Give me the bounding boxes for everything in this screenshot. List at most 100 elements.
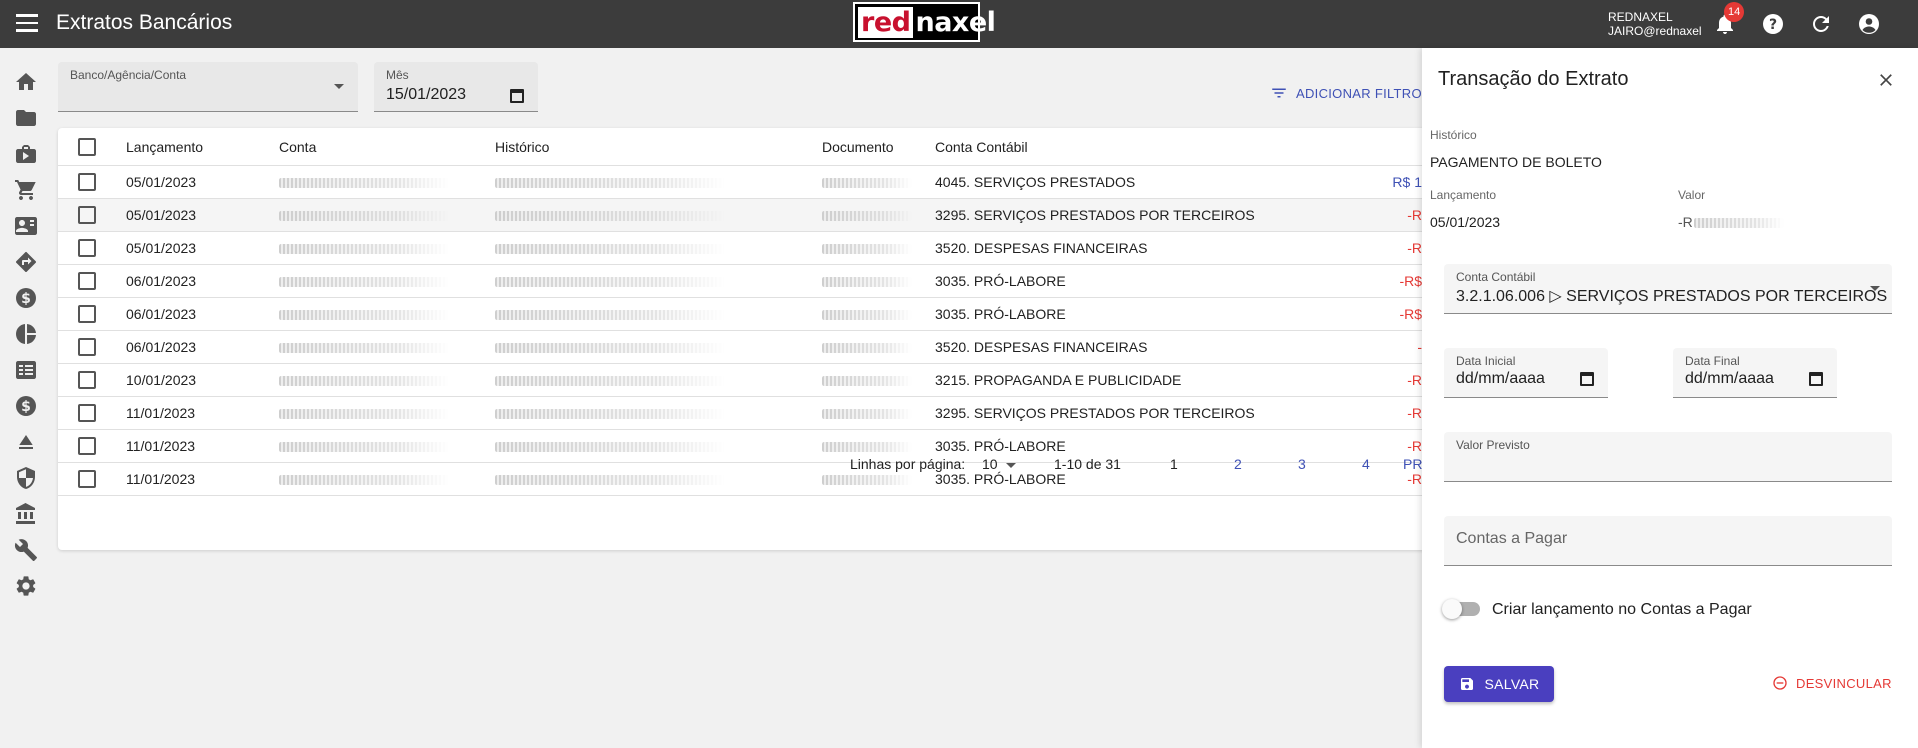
refresh-icon[interactable] bbox=[1809, 12, 1833, 36]
row-checkbox[interactable] bbox=[78, 239, 96, 257]
directions-icon[interactable] bbox=[14, 250, 38, 274]
close-icon[interactable] bbox=[1876, 70, 1896, 90]
row-checkbox[interactable] bbox=[78, 272, 96, 290]
column-header-historico[interactable]: Histórico bbox=[495, 139, 549, 155]
top-app-bar: Extratos Bancários red naxel REDNAXEL JAI… bbox=[0, 0, 1918, 48]
folder-icon[interactable] bbox=[14, 106, 38, 130]
calendar-icon[interactable] bbox=[1580, 372, 1594, 386]
cell-historico-redacted bbox=[495, 178, 725, 188]
contas-a-pagar-field[interactable]: Contas a Pagar bbox=[1444, 516, 1892, 566]
user-company: REDNAXEL bbox=[1608, 10, 1673, 24]
data-final-field[interactable]: Data Final dd/mm/aaaa bbox=[1673, 348, 1837, 398]
next-page-button[interactable]: PR bbox=[1403, 456, 1422, 472]
svg-text:?: ? bbox=[1769, 17, 1777, 33]
bank-account-select[interactable]: Banco/Agência/Conta bbox=[58, 62, 358, 112]
dollar-circle-icon[interactable]: $ bbox=[14, 394, 38, 418]
table-row[interactable]: 06/01/2023 3520. DESPESAS FINANCEIRAS - bbox=[58, 331, 1478, 364]
calendar-icon[interactable] bbox=[1809, 372, 1823, 386]
column-header-conta-contabil[interactable]: Conta Contábil bbox=[935, 139, 1028, 155]
gear-icon[interactable] bbox=[14, 574, 38, 598]
month-label: Mês bbox=[386, 68, 409, 82]
contact-card-icon[interactable] bbox=[14, 214, 38, 238]
briefcase-icon[interactable] bbox=[14, 142, 38, 166]
cell-documento-redacted bbox=[822, 409, 912, 419]
row-checkbox[interactable] bbox=[78, 206, 96, 224]
table-header: Lançamento Conta Histórico Documento Con… bbox=[58, 128, 1478, 166]
row-checkbox[interactable] bbox=[78, 338, 96, 356]
transactions-table: Lançamento Conta Histórico Documento Con… bbox=[58, 128, 1478, 550]
cell-documento-redacted bbox=[822, 211, 912, 221]
table-row[interactable]: 06/01/2023 3035. PRÓ-LABORE -R$ bbox=[58, 265, 1478, 298]
user-email: JAIRO@rednaxel bbox=[1608, 24, 1702, 38]
account-circle-icon[interactable] bbox=[1857, 12, 1881, 36]
conta-contabil-select[interactable]: Conta Contábil 3.2.1.06.006 ▷ SERVIÇOS P… bbox=[1444, 264, 1892, 314]
cell-conta-redacted bbox=[279, 409, 449, 419]
cell-valor: -R$ bbox=[1399, 306, 1422, 322]
criar-lancamento-toggle[interactable] bbox=[1442, 599, 1480, 619]
table-row[interactable]: 05/01/2023 4045. SERVIÇOS PRESTADOS R$ 1 bbox=[58, 166, 1478, 199]
month-date-field[interactable]: Mês 15/01/2023 bbox=[374, 62, 538, 112]
list-alt-icon[interactable] bbox=[14, 358, 38, 382]
column-header-documento[interactable]: Documento bbox=[822, 139, 894, 155]
cell-historico-redacted bbox=[495, 376, 725, 386]
row-checkbox[interactable] bbox=[78, 404, 96, 422]
company-logo: red naxel bbox=[853, 2, 996, 42]
svg-text:$: $ bbox=[21, 291, 31, 307]
cell-documento-redacted bbox=[822, 343, 912, 353]
page-3-button[interactable]: 3 bbox=[1298, 456, 1306, 472]
valor-label: Valor bbox=[1678, 188, 1706, 202]
bank-icon[interactable] bbox=[14, 502, 38, 526]
row-checkbox[interactable] bbox=[78, 173, 96, 191]
save-label: SALVAR bbox=[1484, 676, 1540, 692]
column-header-lancamento[interactable]: Lançamento bbox=[126, 139, 203, 155]
table-row[interactable]: 10/01/2023 3215. PROPAGANDA E PUBLICIDADE… bbox=[58, 364, 1478, 397]
cell-conta-redacted bbox=[279, 376, 449, 386]
cell-historico-redacted bbox=[495, 409, 725, 419]
cell-lancamento: 05/01/2023 bbox=[126, 174, 197, 190]
page-1-button[interactable]: 1 bbox=[1170, 456, 1178, 472]
cell-historico-redacted bbox=[495, 277, 725, 287]
rows-per-page-select[interactable]: 10 bbox=[982, 456, 998, 472]
help-icon[interactable]: ? bbox=[1761, 12, 1785, 36]
row-checkbox[interactable] bbox=[78, 305, 96, 323]
cell-lancamento: 06/01/2023 bbox=[126, 339, 197, 355]
transaction-detail-panel: Transação do Extrato Histórico PAGAMENTO… bbox=[1422, 48, 1918, 748]
cell-conta-contabil: 3035. PRÓ-LABORE bbox=[935, 306, 1066, 322]
add-filter-button[interactable]: ADICIONAR FILTRO bbox=[1270, 84, 1422, 102]
column-header-conta[interactable]: Conta bbox=[279, 139, 316, 155]
table-row[interactable]: 11/01/2023 3295. SERVIÇOS PRESTADOS POR T… bbox=[58, 397, 1478, 430]
wrench-icon[interactable] bbox=[14, 538, 38, 562]
data-inicial-value: dd/mm/aaaa bbox=[1456, 370, 1545, 387]
table-row[interactable]: 06/01/2023 3035. PRÓ-LABORE -R$ bbox=[58, 298, 1478, 331]
valor-previsto-field[interactable]: Valor Previsto bbox=[1444, 432, 1892, 482]
filter-icon bbox=[1272, 88, 1286, 98]
cell-lancamento: 06/01/2023 bbox=[126, 273, 197, 289]
table-row[interactable]: 05/01/2023 3295. SERVIÇOS PRESTADOS POR T… bbox=[58, 199, 1478, 232]
eject-icon[interactable] bbox=[14, 430, 38, 454]
cart-icon[interactable] bbox=[14, 178, 38, 202]
save-button[interactable]: SALVAR bbox=[1444, 666, 1554, 702]
unlink-button[interactable]: DESVINCULAR bbox=[1772, 675, 1892, 691]
shield-icon[interactable] bbox=[14, 466, 38, 490]
valor-previsto-label: Valor Previsto bbox=[1456, 438, 1530, 452]
data-inicial-field[interactable]: Data Inicial dd/mm/aaaa bbox=[1444, 348, 1608, 398]
pie-chart-icon[interactable] bbox=[14, 322, 38, 346]
page-2-button[interactable]: 2 bbox=[1234, 456, 1242, 472]
page-4-button[interactable]: 4 bbox=[1362, 456, 1370, 472]
cell-documento-redacted bbox=[822, 376, 912, 386]
select-all-checkbox[interactable] bbox=[78, 138, 96, 156]
cell-documento-redacted bbox=[822, 310, 912, 320]
calendar-icon[interactable] bbox=[510, 89, 524, 103]
row-checkbox[interactable] bbox=[78, 371, 96, 389]
cell-valor: -R bbox=[1407, 240, 1422, 256]
menu-icon[interactable] bbox=[16, 14, 38, 32]
remove-circle-icon bbox=[1773, 676, 1787, 690]
cell-historico-redacted bbox=[495, 343, 725, 353]
bank-account-label: Banco/Agência/Conta bbox=[70, 68, 187, 82]
dollar-circle-icon[interactable]: $ bbox=[14, 286, 38, 310]
logo-naxel-text: naxel bbox=[915, 6, 996, 38]
home-icon[interactable] bbox=[14, 70, 38, 94]
cell-conta-contabil: 3295. SERVIÇOS PRESTADOS POR TERCEIROS bbox=[935, 207, 1255, 223]
table-row[interactable]: 05/01/2023 3520. DESPESAS FINANCEIRAS -R bbox=[58, 232, 1478, 265]
criar-lancamento-label: Criar lançamento no Contas a Pagar bbox=[1492, 601, 1752, 618]
